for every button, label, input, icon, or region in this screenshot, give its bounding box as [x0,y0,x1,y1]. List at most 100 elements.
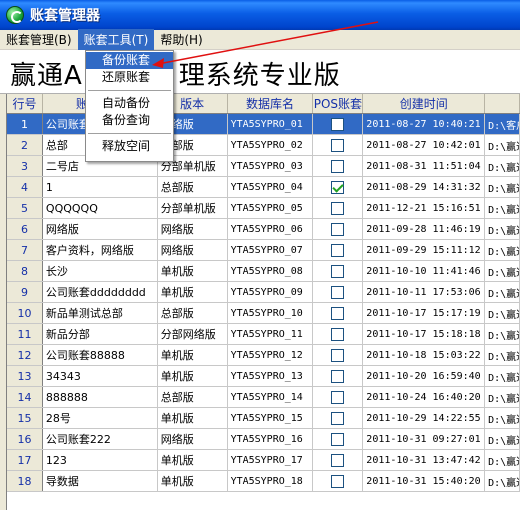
banner-title-part2: 理系统专业版 [178,61,341,91]
menu-separator [86,86,173,95]
row-number-cell: 13 [7,366,43,386]
created-time-cell: 2011-10-17 15:18:18 [363,324,486,344]
table-row[interactable]: 17 123 单机版 YTA5SYPRO_17 2011-10-31 13:47:42 D… [7,450,520,471]
header-path[interactable] [485,94,520,113]
table-row[interactable]: 5 QQQQQQ 分部单机版 YTA5SYPRO_05 2011-12-21 15:16… [7,198,520,219]
created-time-cell: 2011-10-31 09:27:01 [363,429,486,449]
menu-account-tools[interactable]: 账套工具(T) [77,29,155,50]
menu-account-management[interactable]: 账套管理(B) [0,29,78,50]
window-title: 账套管理器 [30,8,100,24]
pos-checkbox[interactable] [331,264,345,278]
pos-checkbox[interactable] [331,243,345,257]
row-number-cell: 2 [7,135,43,155]
table-row[interactable]: 10 新品单测试总部 总部版 YTA5SYPRO_10 2011-10-17 15:17… [7,303,520,324]
created-time-cell: 2011-10-17 15:17:19 [363,303,486,323]
header-row-number[interactable]: 行号 [7,94,43,113]
menu-bar: 账套管理(B) 账套工具(T) 帮助(H) [0,29,520,50]
created-time-cell: 2011-09-28 11:46:19 [363,219,486,239]
menu-item-free-space[interactable]: 释放空间 [86,138,173,155]
menu-separator [86,129,173,138]
pos-account-cell [313,408,364,428]
title-bar: 账套管理器 [0,0,520,30]
table-row[interactable]: 13 34343 单机版 YTA5SYPRO_13 2011-10-20 16:59:4… [7,366,520,387]
table-row[interactable]: 15 28号 单机版 YTA5SYPRO_15 2011-10-29 14:22:55 D… [7,408,520,429]
pos-checkbox[interactable] [331,453,345,467]
path-cell: D:\赢通 [485,387,520,407]
pos-checkbox[interactable] [331,327,345,341]
banner-title-part1: 赢通A [10,61,83,91]
account-name-cell: 网络版 [43,219,158,239]
row-number-cell: 3 [7,156,43,176]
pos-checkbox[interactable] [331,411,345,425]
table-row[interactable]: 7 客户资料，网络版 网络版 YTA5SYPRO_07 2011-09-29 15:11… [7,240,520,261]
database-name-cell: YTA5SYPRO_09 [228,282,314,302]
menu-help[interactable]: 帮助(H) [154,29,208,50]
pos-checkbox[interactable] [331,222,345,236]
pos-account-cell [313,240,364,260]
account-name-cell: 长沙 [43,261,158,281]
pos-checkbox[interactable] [331,201,345,215]
path-cell: D:\赢通 [485,240,520,260]
pos-checkbox[interactable] [331,369,345,383]
account-name-cell: 新品单测试总部 [43,303,158,323]
database-name-cell: YTA5SYPRO_10 [228,303,314,323]
created-time-cell: 2011-10-24 16:40:20 [363,387,486,407]
database-name-cell: YTA5SYPRO_06 [228,219,314,239]
table-row[interactable]: 12 公司账套88888 单机版 YTA5SYPRO_12 2011-10-18 15:… [7,345,520,366]
menu-item-backup-account[interactable]: 备份账套 [86,52,173,69]
version-cell: 单机版 [158,450,228,470]
grid-header: 行号 账套名称 版本 数据库名 POS账套 创建时间 [7,94,520,114]
account-name-cell: 888888 [43,387,158,407]
table-row[interactable]: 1 公司账套 网络版 YTA5SYPRO_01 2011-08-27 10:40:21 D… [7,114,520,135]
table-row[interactable]: 2 总部 总部版 YTA5SYPRO_02 2011-08-27 10:42:01 D:\… [7,135,520,156]
pos-account-cell [313,282,364,302]
created-time-cell: 2011-10-18 15:03:22 [363,345,486,365]
pos-checkbox[interactable] [331,390,345,404]
table-row[interactable]: 18 导数据 单机版 YTA5SYPRO_18 2011-10-31 15:40:20 D… [7,471,520,492]
menu-item-auto-backup[interactable]: 自动备份 [86,95,173,112]
menu-item-backup-query[interactable]: 备份查询 [86,112,173,129]
pos-account-cell [313,303,364,323]
header-database-name[interactable]: 数据库名 [228,94,314,113]
pos-checkbox[interactable] [331,159,345,173]
table-row[interactable]: 16 公司账套222 网络版 YTA5SYPRO_16 2011-10-31 09:27… [7,429,520,450]
account-name-cell: 公司账套88888 [43,345,158,365]
created-time-cell: 2011-09-29 15:11:12 [363,240,486,260]
table-row[interactable]: 11 新品分部 分部网络版 YTA5SYPRO_11 2011-10-17 15:18:… [7,324,520,345]
row-number-cell: 7 [7,240,43,260]
account-name-cell: 28号 [43,408,158,428]
grid-body: 1 公司账套 网络版 YTA5SYPRO_01 2011-08-27 10:40:21 D… [7,114,520,492]
row-number-cell: 11 [7,324,43,344]
pos-checkbox[interactable] [331,432,345,446]
pos-account-cell [313,450,364,470]
product-banner: 赢通A 理系统专业版 [0,50,520,94]
pos-checkbox[interactable] [331,180,345,194]
header-pos-account[interactable]: POS账套 [313,94,364,113]
pos-checkbox[interactable] [331,117,345,131]
version-cell: 单机版 [158,261,228,281]
pos-checkbox[interactable] [331,285,345,299]
pos-checkbox[interactable] [331,306,345,320]
table-row[interactable]: 9 公司账套dddddddd 单机版 YTA5SYPRO_09 2011-10-11 1… [7,282,520,303]
pos-account-cell [313,429,364,449]
version-cell: 单机版 [158,366,228,386]
pos-checkbox[interactable] [331,348,345,362]
table-row[interactable]: 6 网络版 网络版 YTA5SYPRO_06 2011-09-28 11:46:19 D:… [7,219,520,240]
menu-item-restore-account[interactable]: 还原账套 [86,69,173,86]
pos-account-cell [313,471,364,491]
path-cell: D:\赢通 [485,135,520,155]
path-cell: D:\赢通 [485,408,520,428]
header-created-time[interactable]: 创建时间 [363,94,486,113]
pos-account-cell [313,345,364,365]
table-row[interactable]: 3 二号店 分部单机版 YTA5SYPRO_03 2011-08-31 11:51:04… [7,156,520,177]
database-name-cell: YTA5SYPRO_08 [228,261,314,281]
pos-account-cell [313,177,364,197]
account-name-cell: 公司账套dddddddd [43,282,158,302]
pos-checkbox[interactable] [331,474,345,488]
pos-checkbox[interactable] [331,138,345,152]
table-row[interactable]: 8 长沙 单机版 YTA5SYPRO_08 2011-10-10 11:41:46 D:\… [7,261,520,282]
table-row[interactable]: 14 888888 总部版 YTA5SYPRO_14 2011-10-24 16:40:… [7,387,520,408]
version-cell: 网络版 [158,429,228,449]
account-name-cell: 新品分部 [43,324,158,344]
table-row[interactable]: 4 1 总部版 YTA5SYPRO_04 2011-08-29 14:31:32 D:\赢… [7,177,520,198]
